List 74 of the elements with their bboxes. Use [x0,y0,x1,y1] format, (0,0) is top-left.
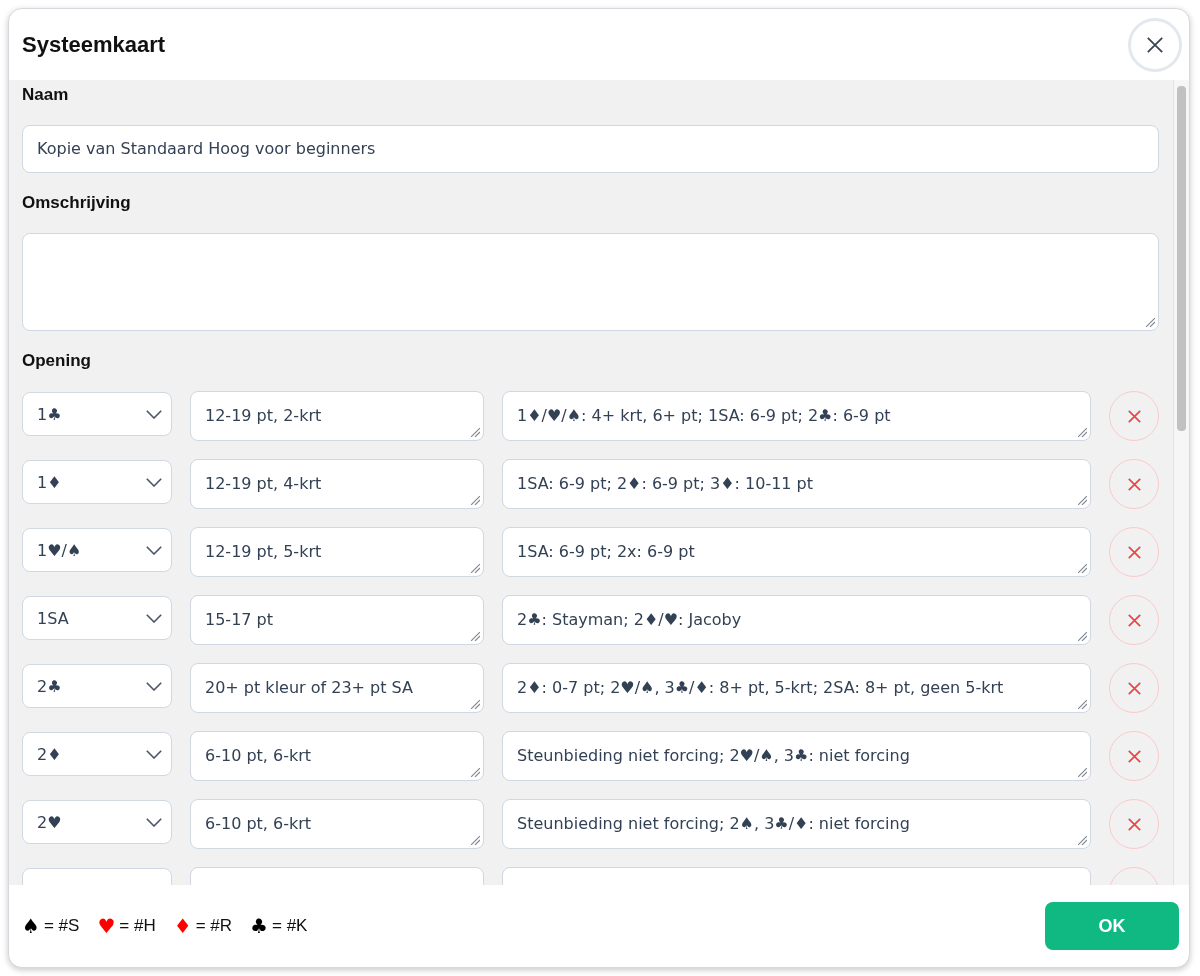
x-icon [1127,613,1141,627]
bid-dropdown[interactable]: 1SA [22,596,172,640]
meaning-field[interactable]: 12-19 pt, 5-krt [190,527,484,577]
suit-icon: ♥ [97,914,116,938]
meaning-field[interactable]: 12-19 pt, 2-krt [190,391,484,441]
delete-button[interactable] [1109,459,1159,509]
resize-grip-icon[interactable] [471,768,480,777]
delete-button[interactable] [1109,527,1159,577]
bid-dropdown[interactable]: 2♣ [22,664,172,708]
delete-button[interactable] [1109,663,1159,713]
meaning-field[interactable]: 20+ pt kleur of 23+ pt SA [190,663,484,713]
resize-grip-icon[interactable] [1078,428,1087,437]
resize-grip-icon[interactable] [1146,318,1155,327]
name-field[interactable]: Kopie van Standaard Hoog voor beginners [22,125,1159,173]
response-field[interactable]: 2♣: Stayman; 2♦/♥: Jacoby [502,595,1091,645]
response-field[interactable]: 2♦: 0-7 pt; 2♥/♠, 3♣/♦: 8+ pt, 5-krt; 2SA: 8+ pt, geen 5-krt [502,663,1091,713]
close-icon [1147,36,1163,53]
response-field[interactable]: Steunbieding niet forcing; 2♥/♠, 3♣: niet forcing [502,731,1091,781]
resize-grip-icon[interactable] [1078,836,1087,845]
x-icon [1127,545,1141,559]
meaning-field[interactable]: 12-19 pt, 4-krt [190,459,484,509]
bid-dropdown[interactable]: 1♣ [22,392,172,436]
meaning-field[interactable]: 6-10 pt, 6-krt [190,731,484,781]
bid-dropdown[interactable]: 1♦ [22,460,172,504]
resize-grip-icon[interactable] [1078,768,1087,777]
x-icon [1127,681,1141,695]
opening-label: Opening [22,350,91,372]
x-icon [1127,409,1141,423]
bid-dropdown[interactable]: 2♥ [22,800,172,844]
x-icon [1127,817,1141,831]
resize-grip-icon[interactable] [1078,700,1087,709]
chevron-down-icon [146,681,162,691]
delete-button[interactable] [1109,391,1159,441]
legend-text: = #S [43,915,80,937]
delete-button[interactable] [1109,799,1159,849]
suit-icon: ♣ [250,914,268,938]
resize-grip-icon[interactable] [471,564,480,573]
resize-grip-icon[interactable] [471,496,480,505]
bid-dropdown[interactable]: 2♦ [22,732,172,776]
legend-text: = #K [272,915,308,937]
close-button[interactable] [1128,17,1182,72]
meaning-field[interactable]: 6-10 pt, 6-krt [190,799,484,849]
resize-grip-icon[interactable] [1078,632,1087,641]
description-label: Omschrijving [22,192,131,214]
name-label: Naam [22,84,69,106]
bid-dropdown[interactable]: 1♥/♠ [22,528,172,572]
resize-grip-icon[interactable] [471,632,480,641]
legend-text: = #R [195,915,233,937]
legend-text: = #H [119,915,156,937]
suit-icon: ♠ [22,914,40,938]
dialog-title: Systeemkaart [22,30,166,59]
chevron-down-icon [146,477,162,487]
x-icon [1127,477,1141,491]
chevron-down-icon [146,409,162,419]
resize-grip-icon[interactable] [471,836,480,845]
delete-button[interactable] [1109,595,1159,645]
chevron-down-icon [146,817,162,827]
delete-button[interactable] [1109,731,1159,781]
meaning-field[interactable]: 15-17 pt [190,595,484,645]
chevron-down-icon [146,749,162,759]
response-field[interactable]: 1SA: 6-9 pt; 2x: 6-9 pt [502,527,1091,577]
resize-grip-icon[interactable] [1078,496,1087,505]
chevron-down-icon [146,613,162,623]
response-field[interactable]: Steunbieding niet forcing; 2♠, 3♣/♦: niet forcing [502,799,1091,849]
description-field[interactable] [22,233,1159,331]
suit-icon: ♦ [173,914,192,938]
resize-grip-icon[interactable] [471,428,480,437]
resize-grip-icon[interactable] [1078,564,1087,573]
chevron-down-icon [146,545,162,555]
response-field[interactable]: 1SA: 6-9 pt; 2♦: 6-9 pt; 3♦: 10-11 pt [502,459,1091,509]
x-icon [1127,749,1141,763]
resize-grip-icon[interactable] [471,700,480,709]
response-field[interactable]: 1♦/♥/♠: 4+ krt, 6+ pt; 1SA: 6-9 pt; 2♣: 6-9 pt [502,391,1091,441]
scrollbar-thumb[interactable] [1177,86,1186,431]
